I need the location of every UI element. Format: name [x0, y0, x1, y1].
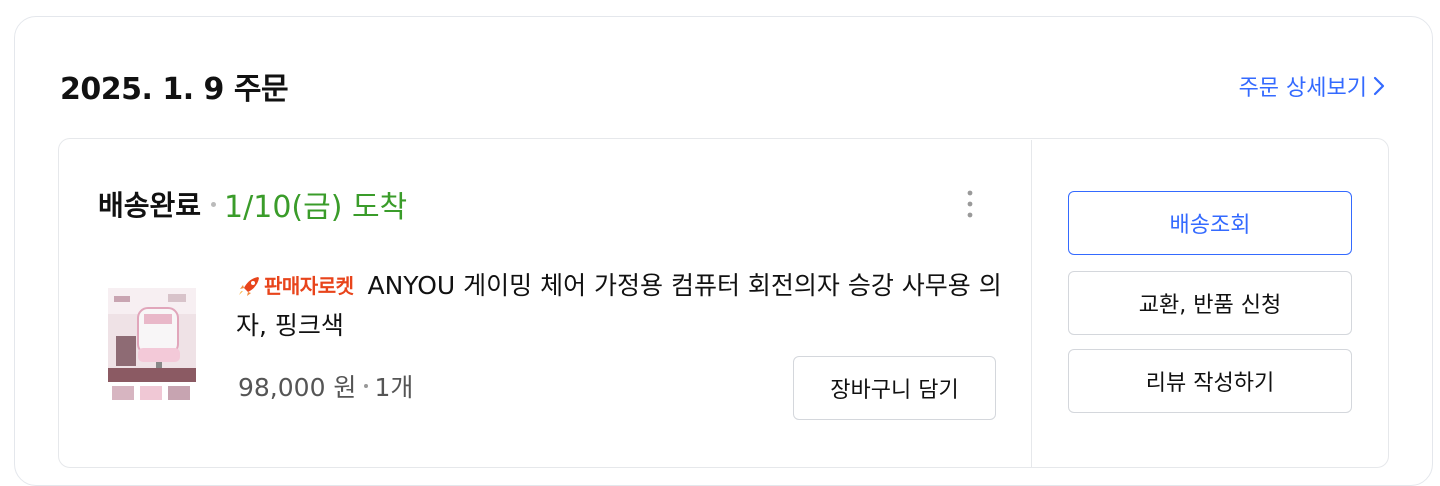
product-quantity: 1개 — [374, 373, 414, 402]
product-thumbnail[interactable] — [108, 288, 196, 404]
badge-label: 판매자로켓 — [264, 274, 354, 298]
shipment-status-row: 배송완료 1/10(금) 도착 — [98, 182, 407, 226]
write-review-button[interactable]: 리뷰 작성하기 — [1068, 349, 1352, 413]
track-delivery-button[interactable]: 배송조회 — [1068, 191, 1352, 255]
more-vertical-icon[interactable] — [958, 184, 982, 224]
product-name[interactable]: 판매자로켓 ANYOU 게이밍 체어 가정용 컴퓨터 회전의자 승강 사무용 의… — [236, 266, 1006, 346]
add-to-cart-button[interactable]: 장바구니 담기 — [793, 356, 996, 420]
exchange-return-button[interactable]: 교환, 반품 신청 — [1068, 271, 1352, 335]
order-date-title: 2025. 1. 9 주문 — [60, 72, 289, 107]
panel-divider — [1031, 140, 1032, 468]
product-price: 98,000 원 — [238, 373, 357, 402]
price-quantity-row: 98,000 원 1개 — [238, 368, 413, 404]
order-detail-link[interactable]: 주문 상세보기 — [1239, 70, 1385, 102]
delivery-status: 배송완료 — [98, 189, 202, 222]
arrival-date: 1/10(금) 도착 — [224, 190, 408, 225]
chevron-right-icon — [1373, 76, 1385, 96]
separator-dot — [364, 384, 369, 388]
order-detail-link-label: 주문 상세보기 — [1238, 76, 1367, 101]
rocket-icon — [239, 277, 259, 296]
separator-dot — [211, 201, 217, 207]
seller-rocket-badge: 판매자로켓 — [236, 266, 354, 306]
